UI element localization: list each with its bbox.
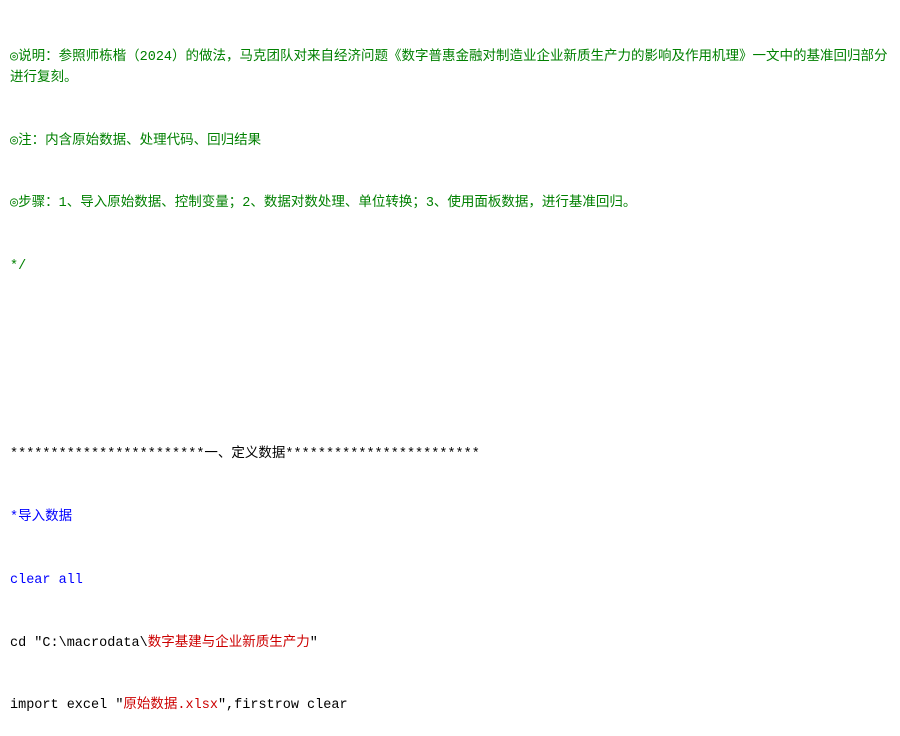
line-1: ◎说明：参照师栋楷（2024）的做法，马克团队对来自经济问题《数字普惠金融对制造… [10, 48, 890, 90]
line-2: ◎注：内含原始数据、处理代码、回归结果 [10, 132, 890, 153]
line-9-clear-all: clear all [10, 571, 890, 592]
line-11: import excel "原始数据.xlsx",firstrow clear [10, 696, 890, 717]
line-7-divider: ************************一、定义数据**********… [10, 445, 890, 466]
code-content: ◎说明：参照师栋楷（2024）的做法，马克团队对来自经济问题《数字普惠金融对制造… [0, 4, 900, 736]
line-4: */ [10, 257, 890, 278]
line-10: cd "C:\macrodata\数字基建与企业新质生产力" [10, 634, 890, 655]
line-8: *导入数据 [10, 508, 890, 529]
line-5 [10, 320, 890, 341]
code-editor[interactable]: ◎说明：参照师栋楷（2024）的做法，马克团队对来自经济问题《数字普惠金融对制造… [0, 0, 900, 736]
line-6 [10, 383, 890, 404]
line-3: ◎步骤：1、导入原始数据、控制变量；2、数据对数处理、单位转换；3、使用面板数据… [10, 194, 890, 215]
